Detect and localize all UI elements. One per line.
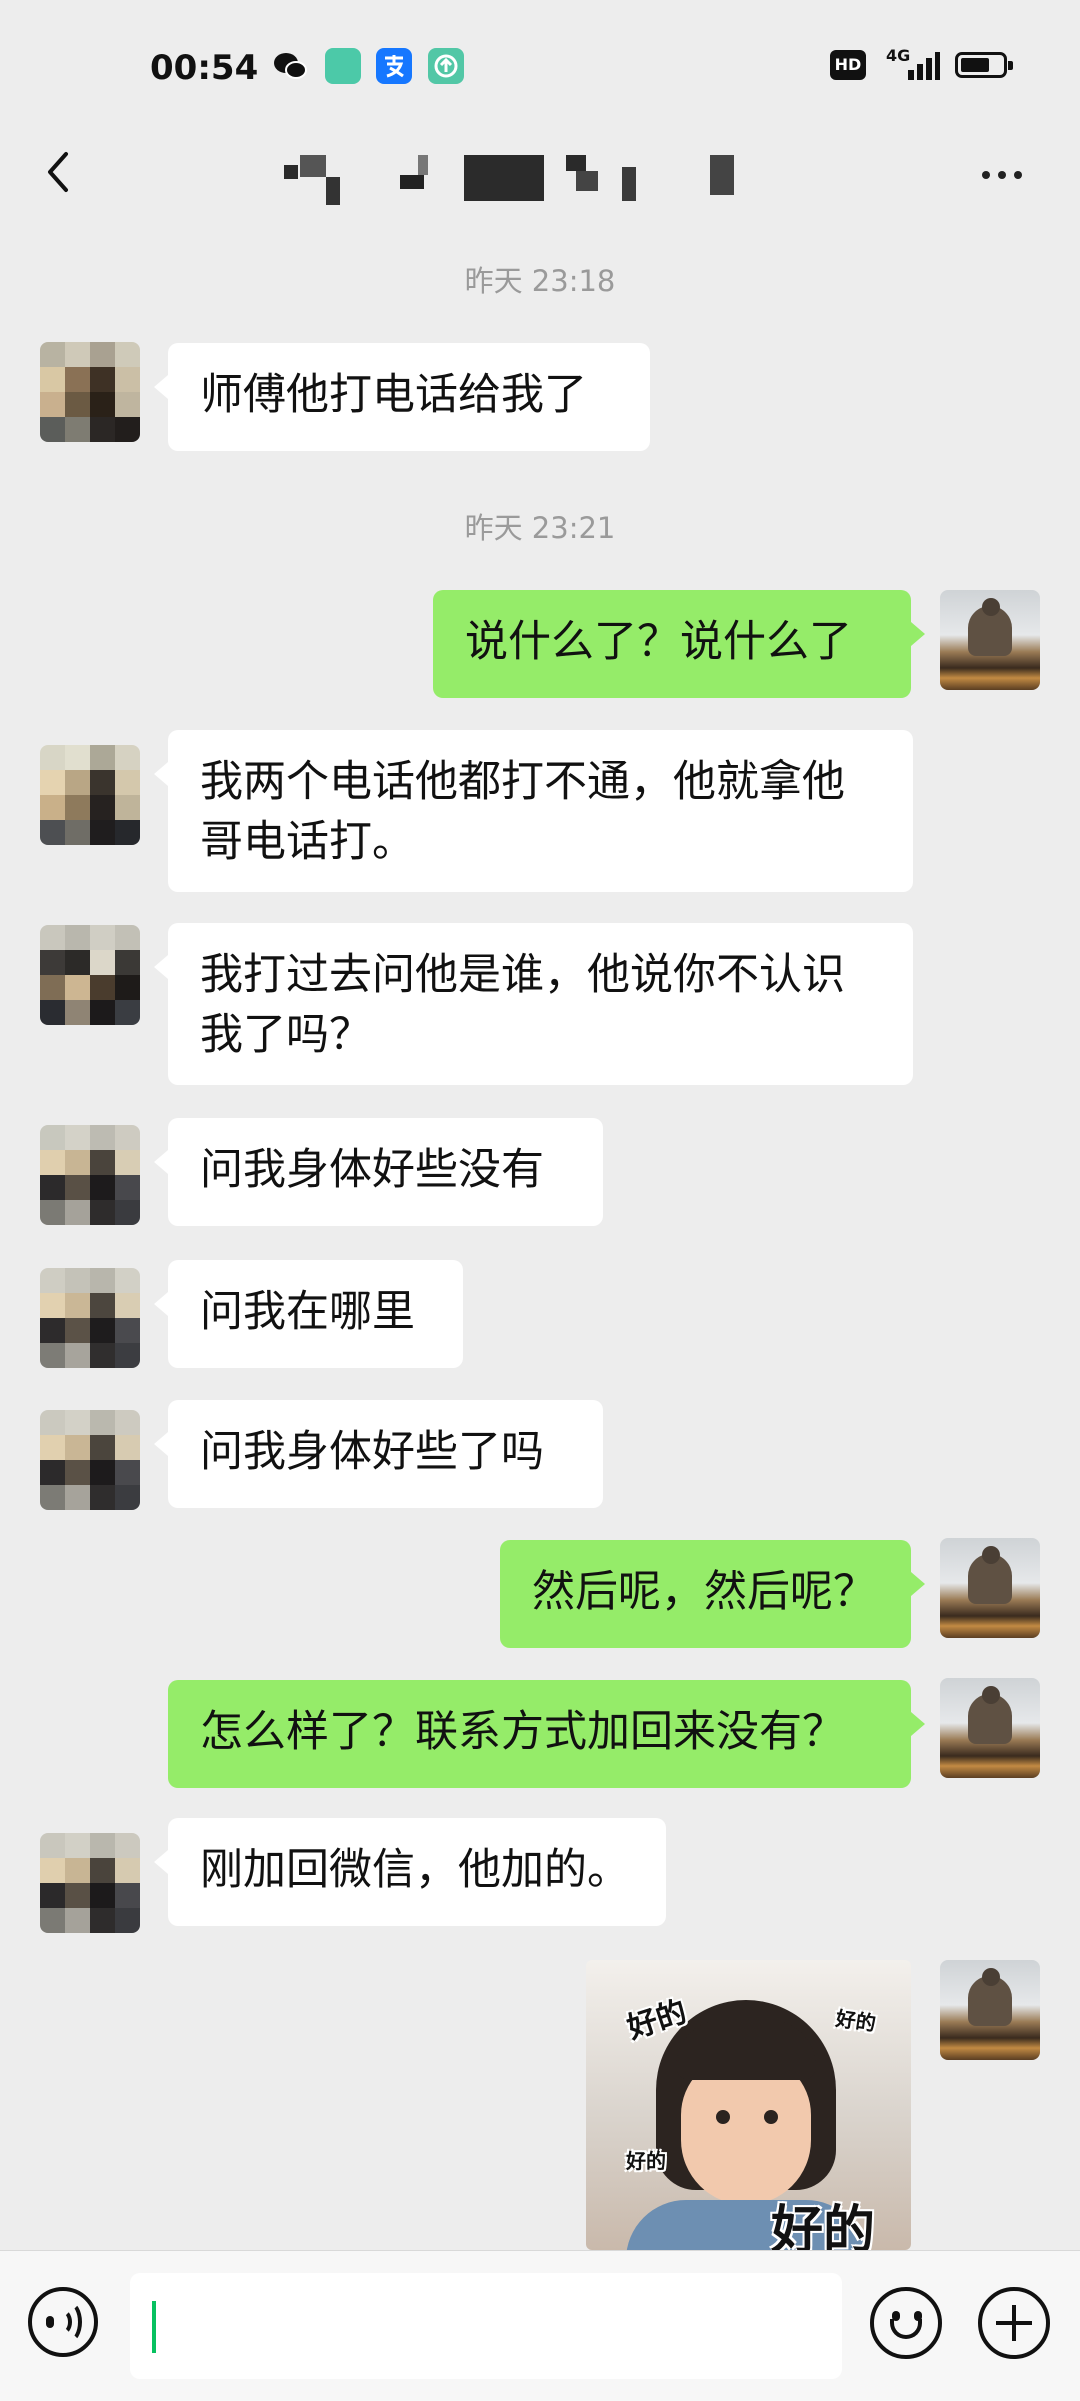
avatar-self[interactable] [940, 1538, 1040, 1638]
message-bubble-incoming[interactable]: 师傅他打电话给我了 [154, 343, 650, 451]
timestamp: 昨天 23:21 [464, 511, 616, 545]
message-bubble-incoming[interactable]: 问我在哪里 [154, 1260, 463, 1368]
status-bar: 00:54 HD 4G [0, 0, 1080, 140]
voice-icon[interactable] [28, 2287, 98, 2357]
avatar-self[interactable] [940, 590, 1040, 690]
app-icon-green [325, 48, 361, 84]
hd-badge: HD [830, 50, 866, 80]
input-bar [0, 2250, 1080, 2401]
battery-icon [955, 52, 1013, 78]
message-bubble-outgoing[interactable]: 说什么了？说什么了 [433, 590, 925, 698]
avatar-contact[interactable] [40, 745, 140, 845]
avatar-contact[interactable] [40, 1268, 140, 1368]
chat-title-blurred [280, 155, 750, 205]
plus-icon[interactable] [978, 2287, 1050, 2359]
upload-app-icon [428, 48, 464, 84]
alipay-icon [376, 48, 412, 84]
avatar-contact[interactable] [40, 1833, 140, 1933]
message-bubble-outgoing[interactable]: 然后呢，然后呢？ [500, 1540, 925, 1648]
message-bubble-incoming[interactable]: 刚加回微信，他加的。 [154, 1818, 666, 1926]
avatar-self[interactable] [940, 1960, 1040, 2060]
signal-icon: 4G [884, 46, 940, 84]
avatar-contact[interactable] [40, 1125, 140, 1225]
sticker-caption: 好的 [834, 2006, 878, 2036]
message-bubble-outgoing[interactable]: 怎么样了？联系方式加回来没有？ [168, 1680, 925, 1788]
wechat-icon [272, 48, 308, 84]
chevron-left-icon[interactable] [30, 142, 90, 202]
avatar-contact[interactable] [40, 342, 140, 442]
avatar-contact[interactable] [40, 925, 140, 1025]
sticker-caption: 好的 [771, 2201, 876, 2250]
message-input[interactable] [130, 2273, 842, 2379]
avatar-contact[interactable] [40, 1410, 140, 1510]
avatar-self[interactable] [940, 1678, 1040, 1778]
network-label: 4G [886, 46, 911, 65]
sticker-caption: 好的 [626, 2149, 666, 2173]
more-dots-icon[interactable] [970, 160, 1034, 190]
status-time: 00:54 [150, 48, 259, 88]
message-bubble-incoming[interactable]: 问我身体好些了吗 [154, 1400, 603, 1508]
message-bubble-incoming[interactable]: 我两个电话他都打不通，他就拿他哥电话打。 [154, 730, 913, 892]
message-bubble-incoming[interactable]: 我打过去问他是谁，他说你不认识我了吗？ [154, 923, 913, 1085]
text-caret [152, 2301, 156, 2353]
emoji-icon[interactable] [870, 2287, 942, 2359]
battery-level [961, 58, 989, 72]
timestamp: 昨天 23:18 [464, 264, 616, 298]
sticker-image[interactable]: 好的 好的 好的 好的 [586, 1960, 911, 2250]
message-bubble-incoming[interactable]: 问我身体好些没有 [154, 1118, 603, 1226]
